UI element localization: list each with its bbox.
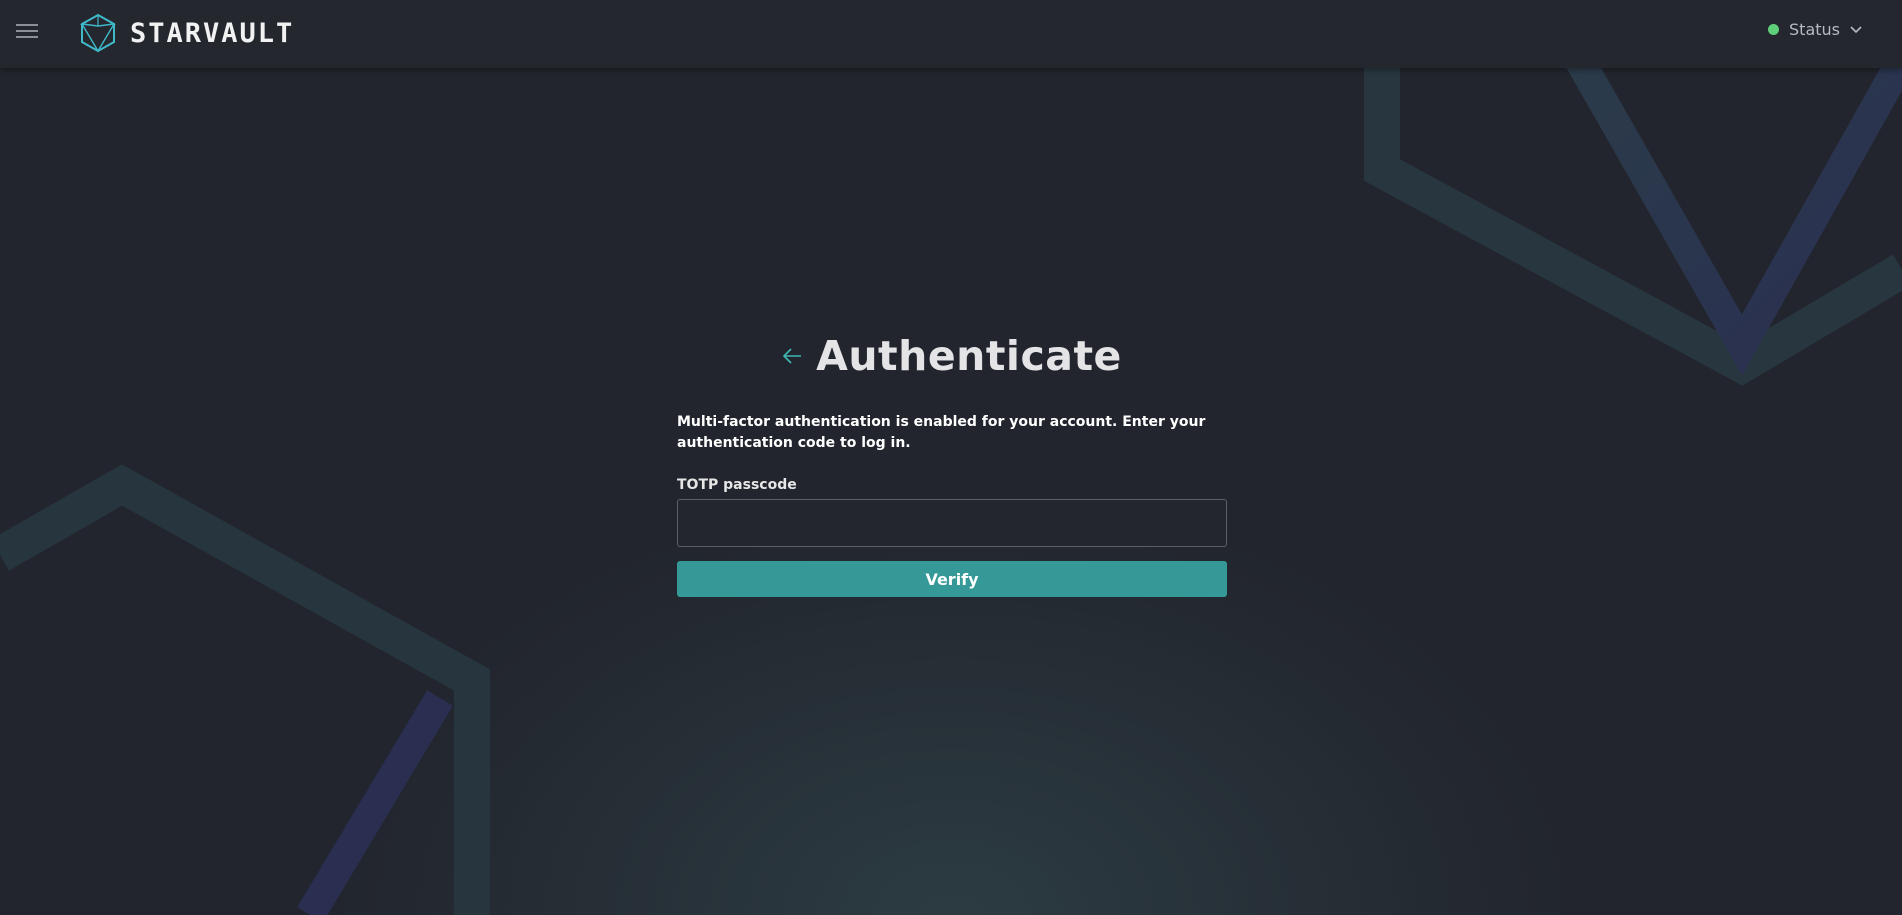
authenticate-panel: Authenticate Multi-factor authentication…	[677, 328, 1227, 597]
brand-logo[interactable]: STARVAULT	[80, 13, 294, 53]
mfa-description: Multi-factor authentication is enabled f…	[677, 414, 1206, 451]
totp-label: TOTP passcode	[677, 477, 797, 493]
page-title: Authenticate	[816, 332, 1122, 380]
hamburger-menu-icon[interactable]	[16, 24, 40, 42]
chevron-down-icon	[1850, 25, 1862, 33]
brand-name: STARVAULT	[130, 17, 295, 49]
status-label: Status	[1789, 20, 1840, 39]
page: STARVAULT Status Authenticate Multi-fact…	[0, 0, 1902, 915]
verify-button[interactable]: Verify	[677, 561, 1227, 597]
totp-passcode-input[interactable]	[677, 499, 1227, 547]
back-button[interactable]	[782, 348, 802, 364]
status-dropdown[interactable]: Status	[1768, 20, 1862, 39]
top-bar: STARVAULT Status	[0, 0, 1902, 68]
icosahedron-logo-icon	[80, 13, 116, 53]
status-indicator	[1768, 24, 1780, 35]
arrow-left-icon	[782, 348, 802, 364]
title-row: Authenticate	[677, 328, 1227, 384]
